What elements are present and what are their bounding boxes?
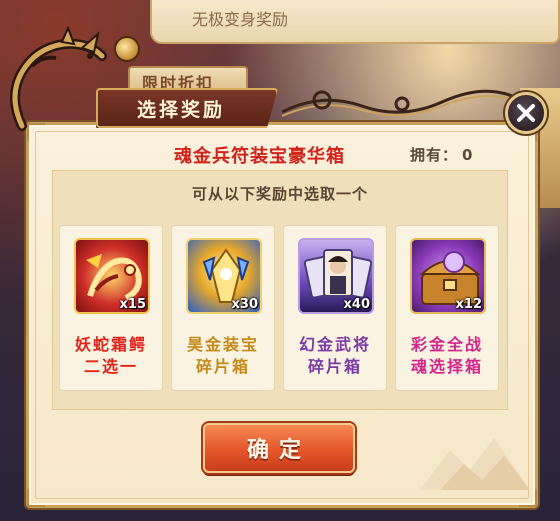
reward-card-serpent-crocodile[interactable]: x15 妖蛇霜鳄 二选一 (59, 225, 163, 391)
hero-shard-cards-icon: x40 (298, 238, 374, 314)
owned-count-display: 拥有： 0 (410, 144, 473, 165)
reward-name-line2: 碎片箱 (195, 357, 250, 376)
background-top-text: 无极变身奖励 (192, 10, 289, 29)
reward-name-line1: 幻金武将 (298, 335, 371, 354)
mountain-decoration (420, 438, 530, 490)
cloud-swirl-ornament (282, 89, 512, 117)
reward-name: 彩金全战 魂选择箱 (396, 334, 498, 378)
title-banner: 选择奖励 (96, 88, 278, 128)
reward-name-line1: 妖蛇霜鳄 (74, 335, 147, 354)
panel-corner-ornament (27, 489, 45, 507)
reward-name-line1: 昊金装宝 (186, 335, 259, 354)
chest-name: 魂金兵符装宝豪华箱 (174, 146, 345, 167)
golden-treasure-shard-icon: x30 (186, 238, 262, 314)
confirm-button-label: 确定 (246, 438, 311, 463)
serpent-crocodile-icon: x15 (74, 238, 150, 314)
reward-card-hero-shard[interactable]: x40 幻金武将 碎片箱 (283, 225, 387, 391)
reward-name: 幻金武将 碎片箱 (284, 334, 386, 378)
owned-count: 0 (462, 146, 474, 164)
reward-name-line1: 彩金全战 (410, 335, 483, 354)
reward-quantity: x12 (455, 297, 482, 312)
panel-corner-ornament (519, 489, 537, 507)
soul-chest-icon: x12 (410, 238, 486, 314)
reward-card-golden-treasure-shard[interactable]: x30 昊金装宝 碎片箱 (171, 225, 275, 391)
reward-selection-box: 可从以下奖励中选取一个 x15 妖蛇霜鳄 二选一 x30 昊金装宝 碎片箱 x4… (52, 170, 508, 410)
reward-name-line2: 魂选择箱 (410, 357, 483, 376)
reward-name-line2: 碎片箱 (307, 357, 362, 376)
confirm-button[interactable]: 确定 (203, 423, 355, 473)
reward-card-soul-chest[interactable]: x12 彩金全战 魂选择箱 (395, 225, 499, 391)
reward-quantity: x15 (119, 297, 146, 312)
reward-name: 妖蛇霜鳄 二选一 (60, 334, 162, 378)
close-icon (517, 104, 535, 122)
reward-name: 昊金装宝 碎片箱 (172, 334, 274, 378)
dialog-title: 选择奖励 (136, 98, 225, 121)
reward-quantity: x40 (343, 297, 370, 312)
close-button[interactable] (505, 92, 547, 134)
reward-name-line2: 二选一 (83, 357, 138, 376)
background-top-bar: 无极变身奖励 (150, 0, 560, 44)
owned-label: 拥有： (410, 146, 459, 164)
gold-orb-ornament (114, 36, 140, 62)
reward-quantity: x30 (231, 297, 258, 312)
selection-instruction: 可从以下奖励中选取一个 (191, 185, 368, 203)
dragon-ornament-icon (10, 26, 107, 131)
